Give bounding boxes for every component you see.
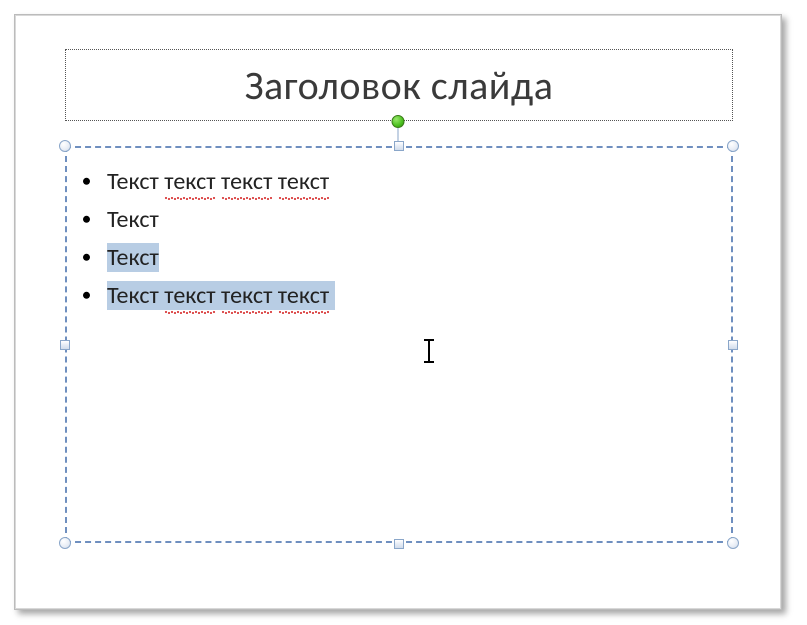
misspelled-word: текст — [221, 277, 272, 315]
selected-text: Текст текст текст текст — [107, 281, 335, 310]
title-placeholder[interactable]: Заголовок слайда — [65, 49, 733, 121]
resize-handle-w-icon[interactable] — [60, 340, 70, 350]
resize-handle-s-icon[interactable] — [394, 539, 404, 549]
bullet-icon — [83, 216, 90, 223]
bullet-icon — [83, 178, 90, 185]
slide-canvas[interactable]: Заголовок слайда Текст текст текст текст… — [14, 14, 782, 610]
resize-handle-n-icon[interactable] — [394, 141, 404, 151]
resize-handle-nw-icon[interactable] — [59, 140, 71, 152]
misspelled-word: текст — [278, 277, 329, 315]
selected-text: Текст — [107, 243, 159, 272]
rotation-handle-icon[interactable] — [392, 115, 405, 128]
bullet-icon — [83, 292, 90, 299]
misspelled-word: текст — [278, 163, 329, 201]
bullet-text: Текст — [107, 167, 164, 196]
misspelled-word: текст — [164, 163, 215, 201]
misspelled-word: текст — [221, 163, 272, 201]
bullet-text: Текст — [107, 205, 159, 234]
bullet-icon — [83, 254, 90, 261]
misspelled-word: текст — [164, 277, 215, 315]
resize-handle-se-icon[interactable] — [727, 537, 739, 549]
title-text: Заголовок слайда — [245, 61, 554, 110]
resize-handle-sw-icon[interactable] — [59, 537, 71, 549]
list-item[interactable]: Текст текст текст текст — [83, 277, 703, 315]
list-item[interactable]: Текст — [83, 239, 703, 277]
resize-handle-ne-icon[interactable] — [727, 140, 739, 152]
list-item[interactable]: Текст текст текст текст — [83, 163, 703, 201]
resize-handle-e-icon[interactable] — [728, 340, 738, 350]
bullet-list[interactable]: Текст текст текст текст Текст Текст Текс… — [83, 163, 703, 315]
list-item[interactable]: Текст — [83, 201, 703, 239]
